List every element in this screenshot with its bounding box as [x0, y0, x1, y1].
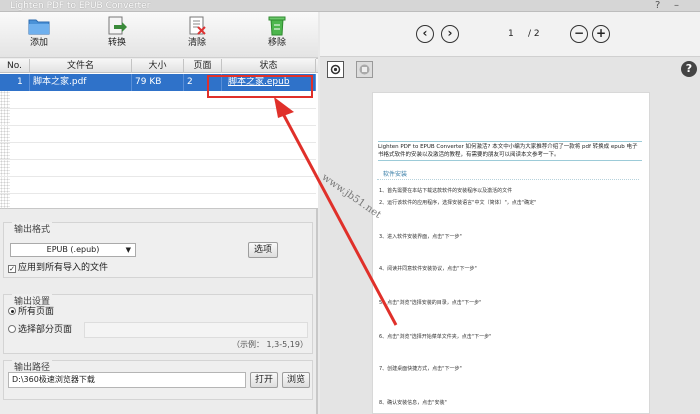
preview-step: 4、阅读并同意软件安装协议，点击"下一步" — [379, 266, 477, 272]
grid-line — [0, 176, 316, 177]
dropdown-arrow-icon: ▼ — [125, 246, 131, 254]
grid-line — [0, 142, 316, 143]
next-page-icon[interactable]: › — [441, 25, 459, 43]
preview-step: 5、点击"浏览"选择安装的目录，点击"下一步" — [379, 300, 482, 306]
select-pages-radio[interactable]: 选择部分页面 — [8, 325, 72, 336]
prev-page-icon[interactable]: ‹ — [416, 25, 434, 43]
add-button[interactable]: 添加 — [8, 14, 70, 56]
page-range-input[interactable] — [84, 322, 308, 338]
grid-line — [0, 125, 316, 126]
preview-divider — [377, 179, 639, 180]
browse-button[interactable]: 浏览 — [282, 372, 310, 388]
preview-step: 3、进入软件安装界面，点击"下一步" — [379, 234, 462, 240]
trash-icon — [268, 16, 286, 36]
format-select-value: EPUB (.epub) — [46, 245, 100, 254]
preview-section-title: 软件安装 — [383, 171, 408, 178]
output-format-title: 输出格式 — [12, 222, 53, 235]
page-navigation-bar: ‹ › 1 / 2 − + — [320, 12, 700, 57]
folder-icon — [28, 19, 50, 35]
col-filename[interactable]: 文件名 — [30, 59, 132, 73]
select-pages-label: 选择部分页面 — [18, 325, 73, 335]
apply-all-checkbox[interactable]: ✓ 应用到所有导入的文件 — [8, 263, 108, 274]
apply-all-label: 应用到所有导入的文件 — [18, 263, 109, 273]
row-size: 79 KB — [132, 74, 184, 91]
convert-button[interactable]: 转换 — [86, 14, 148, 56]
preview-step: 8、确认安装信息，点击"安装" — [379, 400, 447, 406]
preview-step: 2、运行该软件的应用程序，选择安装语言"中文（简体）"，点击"确定" — [379, 200, 537, 206]
clear-label: 清除 — [187, 38, 206, 48]
output-path-field[interactable]: D:\360极速浏览器下载 — [8, 372, 246, 388]
preview-step: 1、首先需要在本站下载这款软件的安装程序以及激活的文件 — [379, 188, 513, 194]
help-icon[interactable]: ? — [681, 61, 697, 77]
grid-line — [0, 193, 316, 194]
all-pages-radio[interactable]: 所有页面 — [8, 307, 54, 318]
zoom-out-icon[interactable]: − — [570, 25, 588, 43]
output-path-group: 输出路径 D:\360极速浏览器下载 打开 浏览 — [3, 360, 313, 400]
options-button[interactable]: 选项 — [248, 242, 278, 258]
title-bar: Lighten PDF to EPUB Converter ? – — [0, 0, 700, 12]
toolbar: 添加 转换 清除 移除 — [0, 12, 318, 58]
radio-unselected-icon — [8, 325, 16, 333]
zoom-in-icon[interactable]: + — [592, 25, 610, 43]
document-icon — [359, 64, 370, 75]
help-window-button[interactable]: ? — [655, 0, 660, 12]
convert-icon — [108, 16, 127, 35]
view-text-icon[interactable] — [356, 61, 373, 78]
table-header: No. 文件名 大小 页面 状态 — [0, 59, 318, 73]
document-preview: Lighten PDF to EPUB Converter 如何激活? 本文中小… — [372, 92, 650, 414]
output-format-group: 输出格式 EPUB (.epub) ▼ 选项 ✓ 应用到所有导入的文件 — [3, 222, 313, 278]
row-pages: 2 — [184, 74, 222, 91]
col-size[interactable]: 大小 — [132, 59, 184, 73]
row-no: 1 — [0, 74, 30, 91]
col-pages[interactable]: 页面 — [184, 59, 222, 73]
minimize-button[interactable]: – — [674, 0, 679, 12]
convert-label: 转换 — [107, 38, 126, 48]
file-table: No. 文件名 大小 页面 状态 1 脚本之家.pdf 79 KB 2 脚本之家… — [0, 59, 318, 209]
view-toolbar: ? — [320, 58, 700, 82]
col-no[interactable]: No. — [0, 59, 30, 73]
preview-step: 6、点击"浏览"选择开始菜单文件夹，点击"下一步" — [379, 334, 492, 340]
col-status[interactable]: 状态 — [222, 59, 316, 73]
preview-step: 7、创建桌面快捷方式，点击"下一步" — [379, 366, 462, 372]
table-row[interactable]: 1 脚本之家.pdf 79 KB 2 脚本之家.epub — [0, 74, 316, 91]
preview-intro-text: Lighten PDF to EPUB Converter 如何激活? 本文中小… — [378, 141, 642, 161]
view-page-icon[interactable] — [327, 61, 344, 78]
clear-icon — [189, 16, 206, 35]
open-button[interactable]: 打开 — [250, 372, 278, 388]
total-pages: / 2 — [528, 29, 540, 39]
left-panel: 添加 转换 清除 移除 No. 文件名 大小 页面 状态 1 脚本之家.pdf … — [0, 12, 318, 414]
all-pages-label: 所有页面 — [18, 307, 55, 317]
add-label: 添加 — [29, 38, 48, 48]
window-title: Lighten PDF to EPUB Converter — [10, 1, 151, 11]
page-range-example: （示例： 1,3-5,19） — [232, 340, 308, 349]
output-settings-title: 输出设置 — [12, 294, 53, 307]
row-status-link[interactable]: 脚本之家.epub — [222, 74, 316, 91]
clear-button[interactable]: 清除 — [166, 14, 228, 56]
grid-line — [0, 159, 316, 160]
format-select[interactable]: EPUB (.epub) ▼ — [10, 243, 136, 257]
grid-line — [0, 108, 316, 109]
row-filename: 脚本之家.pdf — [30, 74, 132, 91]
checkbox-checked-icon: ✓ — [8, 265, 16, 273]
remove-button[interactable]: 移除 — [246, 14, 308, 56]
radio-selected-icon — [8, 307, 16, 315]
current-page[interactable]: 1 — [508, 29, 514, 39]
eye-icon — [330, 64, 341, 75]
remove-label: 移除 — [267, 38, 286, 48]
output-settings-group: 输出设置 所有页面 选择部分页面 （示例： 1,3-5,19） — [3, 294, 313, 354]
